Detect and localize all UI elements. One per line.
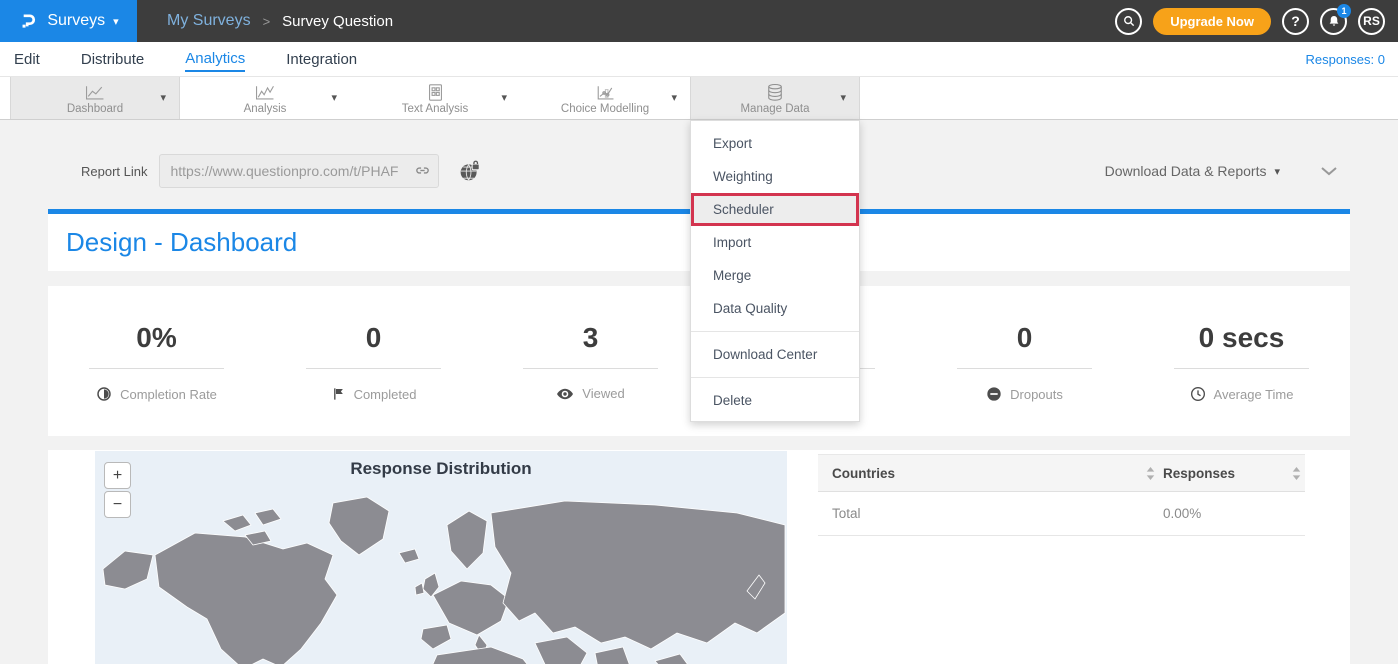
chevron-down-icon[interactable]: ▾: [331, 91, 337, 104]
responses-column-header[interactable]: Responses: [1163, 466, 1235, 481]
nav-item-edit[interactable]: Edit: [14, 47, 40, 71]
notification-badge: 1: [1337, 4, 1351, 18]
tab-text-analysis[interactable]: Text Analysis ▾: [350, 77, 520, 119]
stat-dropouts: 0 Dropouts: [916, 286, 1133, 436]
map-zoom-out-button[interactable]: −: [104, 491, 131, 518]
app-menu-label: Surveys: [47, 12, 105, 30]
collapse-chevron-icon[interactable]: [1320, 166, 1338, 176]
distribution-panel: Response Distribution + −: [48, 450, 1350, 664]
notifications-button[interactable]: 1: [1320, 8, 1347, 35]
chevron-down-icon[interactable]: ▾: [671, 91, 677, 104]
sort-icon[interactable]: [1292, 467, 1301, 480]
menu-item-download-center[interactable]: Download Center: [691, 338, 859, 371]
half-circle-icon: [96, 386, 112, 402]
stat-completion-rate: 0% Completion Rate: [48, 286, 265, 436]
world-map[interactable]: [95, 491, 787, 664]
questionpro-logo-icon: [18, 11, 39, 32]
scatter-chart-icon: [594, 83, 616, 102]
response-map: Response Distribution + −: [95, 451, 787, 664]
stat-viewed: 3 Viewed: [482, 286, 699, 436]
download-data-reports-dropdown[interactable]: Download Data & Reports ▾: [1105, 163, 1280, 179]
line-chart-icon: [84, 83, 106, 102]
menu-item-export[interactable]: Export: [691, 127, 859, 160]
flag-icon: [331, 386, 346, 402]
tab-dashboard[interactable]: Dashboard ▾: [10, 77, 180, 119]
map-zoom-in-button[interactable]: +: [104, 462, 131, 489]
stat-completed: 0 Completed: [265, 286, 482, 436]
menu-item-scheduler[interactable]: Scheduler: [691, 193, 859, 226]
report-link-label: Report Link: [81, 164, 147, 179]
avatar[interactable]: RS: [1358, 8, 1385, 35]
nav-item-distribute[interactable]: Distribute: [81, 47, 144, 71]
menu-item-merge[interactable]: Merge: [691, 259, 859, 292]
breadcrumb-survey-question: Survey Question: [282, 13, 393, 30]
minus-circle-icon: [986, 386, 1002, 402]
database-icon: [765, 83, 785, 102]
breadcrumb-separator: >: [263, 14, 271, 29]
map-title: Response Distribution: [95, 459, 787, 479]
upgrade-now-button[interactable]: Upgrade Now: [1153, 8, 1271, 35]
top-bar: Surveys ▾ My Surveys > Survey Question U…: [0, 0, 1398, 42]
breadcrumb: My Surveys > Survey Question: [167, 12, 393, 30]
stat-average-time: 0 secs Average Time: [1133, 286, 1350, 436]
menu-divider: [691, 331, 859, 332]
search-icon: [1122, 14, 1136, 28]
tab-analysis[interactable]: Analysis ▾: [180, 77, 350, 119]
countries-column-header[interactable]: Countries: [832, 466, 895, 481]
chevron-down-icon: ▾: [113, 15, 119, 28]
responses-count: Responses: 0: [1306, 52, 1386, 67]
document-grid-icon: [427, 83, 444, 102]
topbar-actions: Upgrade Now ? 1 RS: [1115, 8, 1398, 35]
countries-table: Countries Responses Total 0.00%: [818, 454, 1305, 536]
menu-item-import[interactable]: Import: [691, 226, 859, 259]
link-icon[interactable]: [413, 162, 432, 184]
sort-icon[interactable]: [1146, 467, 1155, 480]
tab-manage-data[interactable]: Manage Data ▾: [690, 77, 860, 119]
chevron-down-icon[interactable]: ▾: [840, 91, 846, 104]
eye-icon: [556, 387, 574, 401]
report-link-input[interactable]: [159, 154, 439, 188]
countries-table-header: Countries Responses: [818, 454, 1305, 492]
menu-item-delete[interactable]: Delete: [691, 384, 859, 417]
trend-chart-icon: [254, 83, 276, 102]
surveys-app-menu[interactable]: Surveys ▾: [0, 0, 137, 42]
menu-divider: [691, 377, 859, 378]
menu-item-weighting[interactable]: Weighting: [691, 160, 859, 193]
survey-nav: Edit Distribute Analytics Integration Re…: [0, 42, 1398, 77]
chevron-down-icon[interactable]: ▾: [501, 91, 507, 104]
menu-item-data-quality[interactable]: Data Quality: [691, 292, 859, 325]
globe-lock-icon[interactable]: [458, 160, 481, 183]
chevron-down-icon: ▾: [1274, 165, 1280, 178]
nav-item-integration[interactable]: Integration: [286, 47, 357, 71]
search-button[interactable]: [1115, 8, 1142, 35]
manage-data-menu: Export Weighting Scheduler Import Merge …: [690, 120, 860, 422]
tab-choice-modelling[interactable]: Choice Modelling ▾: [520, 77, 690, 119]
table-row-total: Total 0.00%: [818, 492, 1305, 536]
chevron-down-icon[interactable]: ▾: [160, 91, 166, 104]
nav-item-analytics[interactable]: Analytics: [185, 46, 245, 72]
clock-icon: [1190, 386, 1206, 402]
analytics-toolbar: Dashboard ▾ Analysis ▾ Text Analysis ▾ C…: [0, 77, 1398, 120]
breadcrumb-my-surveys[interactable]: My Surveys: [167, 12, 251, 30]
help-button[interactable]: ?: [1282, 8, 1309, 35]
